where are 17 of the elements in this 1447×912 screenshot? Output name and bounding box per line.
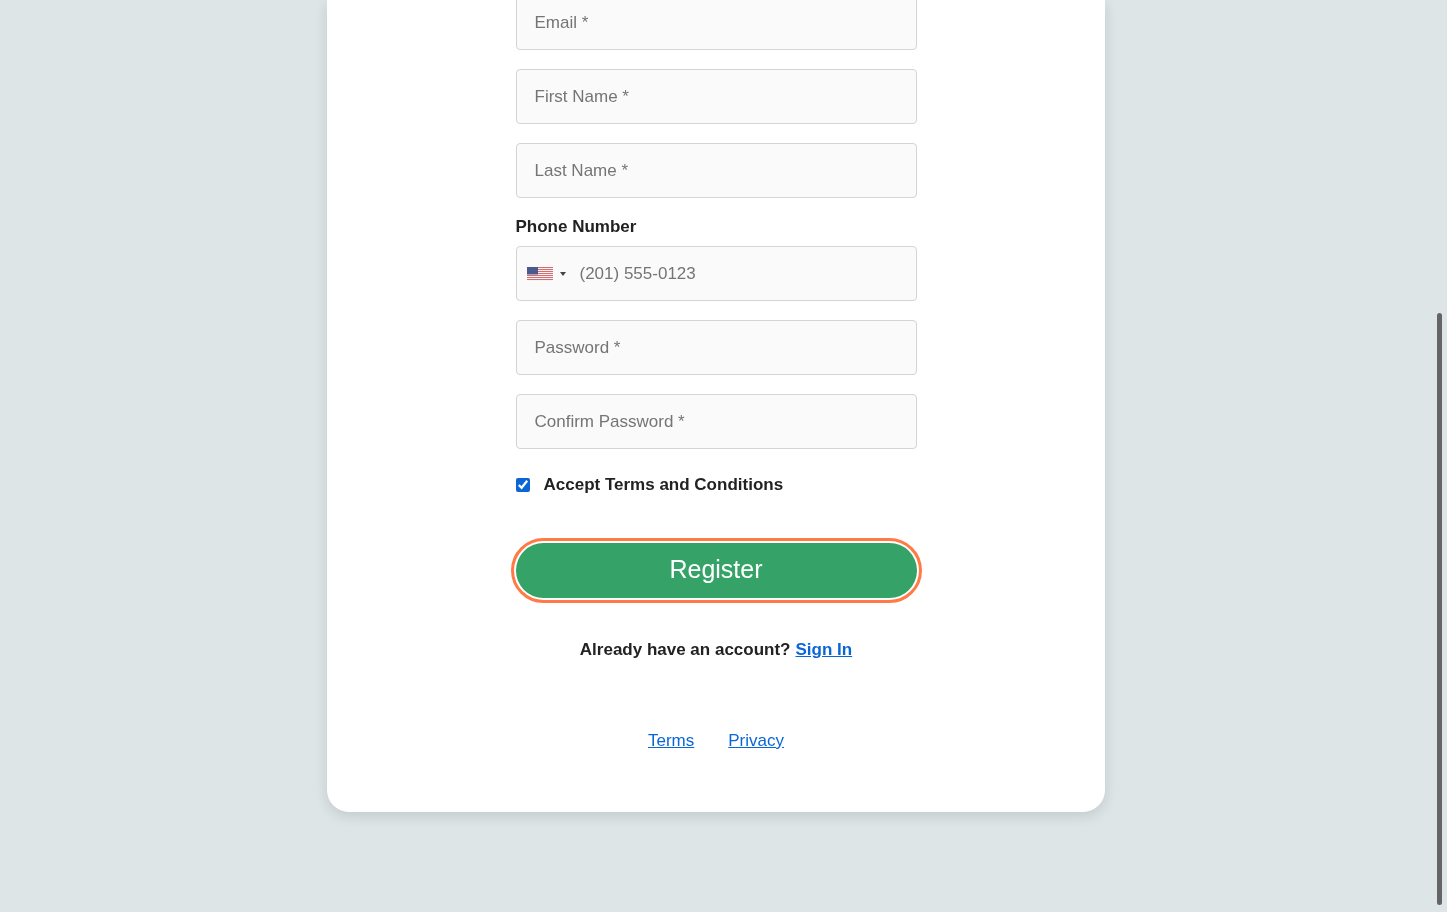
flag-icon — [526, 266, 553, 281]
input-field[interactable]: Password * — [515, 320, 917, 375]
checkbox-label: Accept Terms and Conditions — [543, 474, 784, 496]
scrollbar-thumb[interactable] — [1437, 313, 1442, 905]
footer-link[interactable]: Terms — [648, 728, 695, 754]
sign-in-link[interactable]: Sign In — [795, 636, 853, 662]
input-field[interactable]: Last Name * — [515, 143, 917, 198]
field-label: Phone Number — [515, 217, 638, 237]
signin-prompt: Already have an account? — [579, 638, 791, 661]
input-field[interactable]: First Name * — [515, 69, 917, 124]
checkbox[interactable] — [515, 477, 530, 492]
phone-field[interactable]: (201) 555-0123 — [515, 246, 917, 301]
footer-link[interactable]: Privacy — [728, 728, 784, 754]
input-field[interactable]: Email * — [515, 0, 917, 50]
input-field[interactable]: Confirm Password * — [515, 394, 917, 449]
caret-icon — [559, 271, 566, 276]
phone-input[interactable]: (201) 555-0123 — [579, 247, 916, 300]
